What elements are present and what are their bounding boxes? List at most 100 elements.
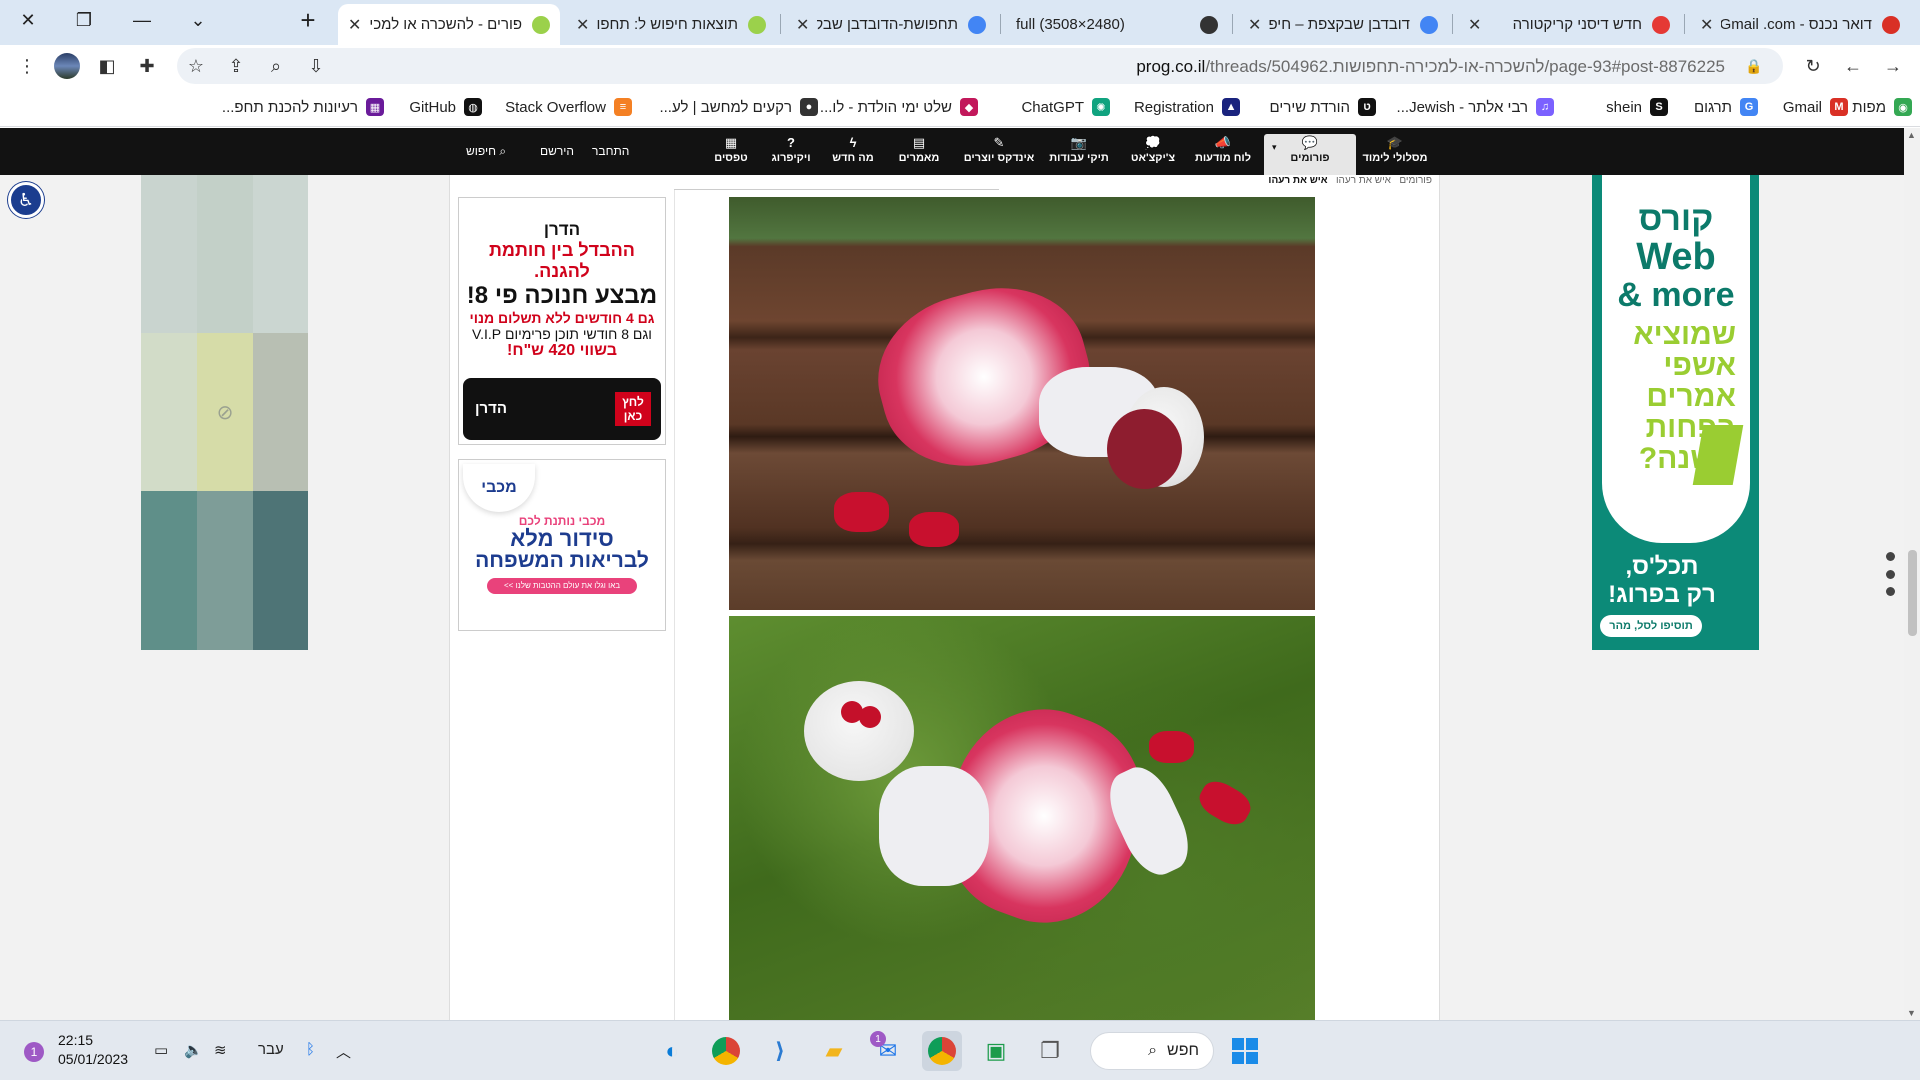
language-indicator[interactable]: עבר — [258, 1041, 284, 1058]
nav-classifieds[interactable]: 📣 לוח מודעות — [1190, 134, 1256, 172]
volume-icon[interactable]: 🔈 — [184, 1041, 203, 1059]
bookmark-costume-ideas[interactable]: ▦ רעיונות להכנת תחפ... — [222, 96, 384, 118]
tab-close-icon[interactable]: ✕ — [1468, 15, 1481, 35]
wifi-icon[interactable]: ≋ — [214, 1041, 227, 1059]
bookmark-stackoverflow[interactable]: ≡ Stack Overflow — [505, 96, 632, 118]
floating-more-menu[interactable] — [1884, 552, 1896, 596]
minimize-window-icon[interactable]: — — [116, 0, 168, 40]
article-icon: ▤ — [912, 135, 926, 150]
menu-kebab-icon[interactable]: ⋮ — [14, 53, 40, 79]
tab-close-icon[interactable]: ✕ — [1700, 15, 1713, 35]
nav-label: מאמרים — [898, 152, 940, 164]
tab-costume[interactable]: תחפושת-הדובדבן שבקצפת ✕ — [786, 4, 996, 45]
search-link[interactable]: ⌕ חיפוש — [466, 144, 506, 159]
vscode-icon[interactable]: ⟩ — [760, 1031, 800, 1071]
tab-gmail[interactable]: דואר נכנס - Gmail .com ✕ — [1690, 4, 1910, 45]
tab-search-chevron-icon[interactable]: ⌄ — [172, 0, 224, 40]
address-bar[interactable]: ☆ ⇪ ⌕ ⇩ prog.co.il/threads/504962.להשכרה… — [177, 48, 1783, 84]
nav-forums[interactable]: 💬 ▾ פורומים — [1264, 134, 1356, 175]
breadcrumb-current[interactable]: איש את רעהו — [1268, 175, 1327, 186]
taskbar-search[interactable]: חפש ⌕ — [1090, 1032, 1214, 1070]
nav-portfolios[interactable]: 📷 תיקי עבודות — [1046, 134, 1112, 172]
forward-icon[interactable]: → — [1880, 53, 1906, 79]
login-link[interactable]: התחבר — [592, 144, 629, 158]
chrome-active-icon[interactable] — [922, 1031, 962, 1071]
tab-active[interactable]: פורים - להשכרה או למכירה ✕ — [338, 4, 560, 45]
bookmark-gmail[interactable]: M Gmail — [1783, 96, 1848, 118]
nav-whats-new[interactable]: ϟ מה חדש — [820, 134, 886, 172]
tab-close-icon[interactable]: ✕ — [576, 15, 589, 35]
chat-app-icon[interactable]: ▣ — [976, 1031, 1016, 1071]
reload-icon[interactable]: ↻ — [1800, 53, 1826, 79]
tab-google-search[interactable]: דובדבן שבקצפת – חיפוש ✕ — [1238, 4, 1448, 45]
ad-cta-button[interactable]: תוסיפו לסל, מהר — [1600, 615, 1702, 637]
nav-label: ויקיפרוג — [771, 152, 811, 164]
tab-full-image[interactable]: full (3508×2480) — [1006, 4, 1228, 45]
side-panel-icon[interactable]: ◧ — [94, 53, 120, 79]
scroll-up-icon[interactable]: ▲ — [1907, 130, 1916, 140]
dropdown-caret-icon[interactable]: ▾ — [1272, 138, 1277, 156]
page-scrollbar[interactable]: ▲ ▼ — [1904, 128, 1920, 1020]
new-tab-button[interactable]: + — [282, 0, 334, 40]
lock-icon[interactable]: 🔒 — [1741, 53, 1767, 79]
nav-chikchat[interactable]: 💭 צ'יקצ'אט — [1120, 134, 1186, 172]
file-explorer-icon[interactable]: ▰ — [814, 1031, 854, 1071]
start-windows-icon[interactable] — [1225, 1031, 1265, 1071]
ad-web-course[interactable]: קורס Web & more שמוציא אשפי אמרים בפחות … — [1592, 175, 1759, 650]
nav-articles[interactable]: ▤ מאמרים — [886, 134, 952, 172]
tab-disney[interactable]: חדש דיסני קריקטורה ✕ — [1458, 4, 1680, 45]
bookmark-birthday[interactable]: ◆ שלט ימי הולדת - לו... — [820, 96, 978, 118]
system-clock[interactable]: 22:15 05/01/2023 — [58, 1031, 128, 1069]
ad-maccabi[interactable]: מכבי מכבי נותנת לכם סידור מלא לבריאות המ… — [458, 459, 666, 631]
bookmark-rabbi[interactable]: ♫ רבי אלתר - Jewish... — [1397, 96, 1554, 118]
bookmark-registration[interactable]: ▲ Registration — [1134, 96, 1240, 118]
notification-badge[interactable]: 1 — [24, 1042, 44, 1062]
task-view-icon[interactable]: ❐ — [1030, 1031, 1070, 1071]
back-icon[interactable]: ← — [1840, 53, 1866, 79]
post-photo-bench[interactable] — [729, 197, 1315, 610]
tab-close-icon[interactable]: ✕ — [1248, 15, 1261, 35]
zoom-icon[interactable]: ⌕ — [263, 53, 289, 79]
tab-search-results[interactable]: תוצאות חיפוש ל: תחפושת ✕ — [566, 4, 776, 45]
breadcrumb-item[interactable]: פורומים — [1399, 175, 1432, 186]
bookmark-songs[interactable]: ט הורדת שירים — [1270, 96, 1376, 118]
scrollbar-thumb[interactable] — [1908, 550, 1917, 636]
share-icon[interactable]: ⇪ — [223, 53, 249, 79]
battery-icon[interactable]: ▭ — [154, 1041, 168, 1059]
chrome-icon[interactable] — [706, 1031, 746, 1071]
tab-close-icon[interactable]: ✕ — [796, 15, 809, 35]
bookmark-github[interactable]: ◍ GitHub — [409, 96, 482, 118]
install-app-icon[interactable]: ⇩ — [303, 53, 329, 79]
breadcrumb-item[interactable]: איש את רעהו — [1336, 175, 1391, 186]
tab-close-icon[interactable]: ✕ — [348, 15, 361, 35]
tab-favicon — [748, 15, 766, 34]
title-bar: ✕ ❐ — ⌄ + פורים - להשכרה או למכירה ✕ תוצ… — [0, 0, 1920, 45]
nav-courses[interactable]: 🎓 מסלולי לימוד — [1362, 134, 1428, 172]
nav-creators-index[interactable]: ✎ אינדקס יוצרים — [960, 134, 1038, 172]
nav-label: לוח מודעות — [1194, 152, 1252, 164]
edge-icon[interactable]: ◐ — [652, 1031, 692, 1071]
restore-window-icon[interactable]: ❐ — [58, 0, 110, 40]
nav-wiki[interactable]: ? ויקיפרוג — [758, 134, 824, 172]
close-window-icon[interactable]: ✕ — [2, 0, 54, 40]
ad-cta-button[interactable]: באו וגלו את עולם ההטבות שלנו >> — [487, 578, 637, 594]
bookmark-star-icon[interactable]: ☆ — [183, 53, 209, 79]
bookmark-wallpapers[interactable]: ● רקעים למחשב | לע... — [659, 96, 818, 118]
bookmark-maps[interactable]: ◉ מפות — [1852, 96, 1912, 118]
post-photo-grass[interactable] — [729, 616, 1315, 1020]
nav-forms[interactable]: ▦ טפסים — [698, 134, 764, 172]
ad-cta-button[interactable]: לחץ כאן — [615, 392, 651, 426]
extensions-icon[interactable]: ✚ — [134, 53, 160, 79]
bluetooth-icon[interactable]: ᛒ — [306, 1041, 315, 1058]
ad-hadran[interactable]: הדרן ההבדל בין חותמת להגנה. מבצע חנוכה פ… — [458, 197, 666, 445]
tray-chevron-icon[interactable]: ︿ — [336, 1041, 351, 1062]
bookmark-chatgpt[interactable]: ✺ ChatGPT — [1021, 96, 1110, 118]
register-link[interactable]: הירשם — [540, 144, 574, 158]
bookmark-shein[interactable]: Sshein — [1606, 96, 1668, 118]
url-text[interactable]: prog.co.il/threads/504962.להשכרה-או-למכי… — [1136, 57, 1725, 77]
profile-avatar[interactable] — [54, 53, 80, 79]
scroll-down-icon[interactable]: ▼ — [1907, 1008, 1916, 1018]
accessibility-button[interactable]: ♿ — [8, 182, 44, 218]
mail-icon[interactable]: ✉ 1 — [868, 1031, 908, 1071]
bookmark-translate[interactable]: G תרגום — [1694, 96, 1758, 118]
